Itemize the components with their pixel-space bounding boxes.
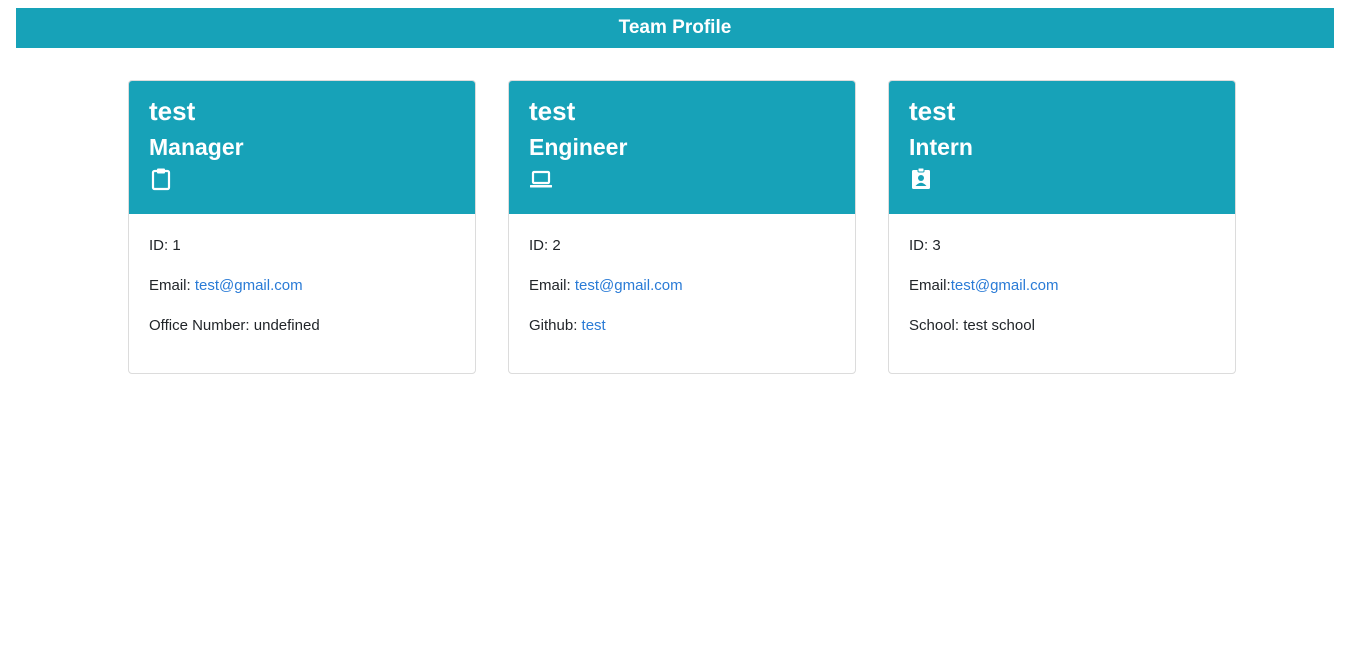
employee-id: ID: 3 xyxy=(909,236,1215,256)
employee-card-intern: test Intern ID: 3 Email:test@gmail.com S… xyxy=(888,80,1236,374)
card-header: test Manager xyxy=(129,81,475,214)
office-number-value: undefined xyxy=(253,317,320,334)
id-label: ID: xyxy=(149,237,173,254)
employee-email: Email: test@gmail.com xyxy=(529,276,835,296)
card-body: ID: 1 Email: test@gmail.com Office Numbe… xyxy=(129,214,475,336)
school-value: test school xyxy=(963,317,1035,334)
github-link[interactable]: test xyxy=(582,317,606,334)
email-link[interactable]: test@gmail.com xyxy=(575,277,683,294)
email-link[interactable]: test@gmail.com xyxy=(951,277,1059,294)
employee-name: test xyxy=(149,96,196,126)
employee-name: test xyxy=(909,96,956,126)
employee-email: Email:test@gmail.com xyxy=(909,276,1215,296)
github: Github: test xyxy=(529,316,835,336)
card-header: test Engineer xyxy=(509,81,855,214)
employee-email: Email: test@gmail.com xyxy=(149,276,455,296)
id-label: ID: xyxy=(529,237,553,254)
employee-card-engineer: test Engineer ID: 2 Email: test@gmail.co… xyxy=(508,80,856,374)
github-label: Github: xyxy=(529,317,582,334)
card-body: ID: 2 Email: test@gmail.com Github: test xyxy=(509,214,855,336)
email-link[interactable]: test@gmail.com xyxy=(195,277,303,294)
employee-name: test xyxy=(529,96,576,126)
school-label: School: xyxy=(909,317,964,334)
office-number: Office Number: undefined xyxy=(149,316,455,336)
id-value: 2 xyxy=(552,237,561,254)
id-label: ID: xyxy=(909,237,933,254)
employee-card-manager: test Manager ID: 1 Email: test@gmail.com… xyxy=(128,80,476,374)
page-header: Team Profile xyxy=(16,8,1334,48)
id-value: 3 xyxy=(932,237,941,254)
clipboard-icon xyxy=(151,168,171,191)
employee-id: ID: 1 xyxy=(149,236,455,256)
employee-role: Engineer xyxy=(529,134,628,160)
employee-role: Intern xyxy=(909,134,973,160)
employee-role: Manager xyxy=(149,134,244,160)
laptop-icon xyxy=(530,170,552,188)
email-label: Email: xyxy=(149,277,195,294)
user-badge-icon xyxy=(912,167,930,189)
school: School: test school xyxy=(909,316,1215,336)
page-title: Team Profile xyxy=(618,17,732,38)
email-label: Email: xyxy=(909,277,951,294)
employee-id: ID: 2 xyxy=(529,236,835,256)
card-body: ID: 3 Email:test@gmail.com School: test … xyxy=(889,214,1235,336)
office-number-label: Office Number: xyxy=(149,317,254,334)
email-label: Email: xyxy=(529,277,575,294)
id-value: 1 xyxy=(172,237,181,254)
card-header: test Intern xyxy=(889,81,1235,214)
